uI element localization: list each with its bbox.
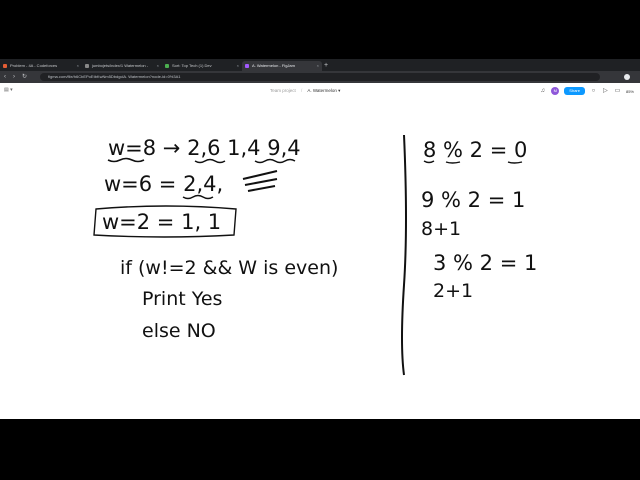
code-line-2: Print Yes <box>142 288 222 310</box>
whiteboard-canvas[interactable]: w=8 → 2,6 1,4 9,4 w=6 = 2,4, w=2 = 1, 1 … <box>0 99 640 419</box>
note-line-3: w=2 = 1, 1 <box>102 210 221 234</box>
header-actions: ♫ M Share ○ ▷ ▭ 85% <box>539 86 634 96</box>
code-line-1: if (w!=2 && W is even) <box>120 257 338 279</box>
browser-tab[interactable]: jumbojets/index/1 Watermelon - × <box>82 61 162 71</box>
library-icon[interactable]: ▭ <box>614 88 621 95</box>
close-icon[interactable]: × <box>77 61 79 71</box>
mod-sum-1: 8+1 <box>421 218 461 240</box>
forward-arrow-icon[interactable]: › <box>13 73 15 81</box>
browser-tab-active[interactable]: A. Watermelon - FigJam × <box>242 61 322 71</box>
url-input[interactable]: figma.com/file/h6CbEPoEtbKwNm5DbdgclA. W… <box>40 73 600 81</box>
crossed-out-scribble <box>242 170 278 192</box>
share-button[interactable]: Share <box>564 87 585 95</box>
browser-tab-strip: Problem - 4A - Codeforces × jumbojets/in… <box>0 59 640 71</box>
page-favicon-icon <box>85 64 89 68</box>
main-menu-icon[interactable]: ▤ ▾ <box>4 87 13 93</box>
note-line-1: w=8 → 2,6 1,4 9,4 <box>108 136 301 160</box>
new-tab-button[interactable]: + <box>324 61 328 70</box>
close-icon[interactable]: × <box>317 61 319 71</box>
page-favicon-icon <box>165 64 169 68</box>
tab-label: A. Watermelon - FigJam <box>252 63 295 68</box>
code-line-3: else NO <box>142 320 216 342</box>
mod-line-3: 3 % 2 = 1 <box>433 251 537 275</box>
browser-tab[interactable]: Sort: Top Tech (1) Dev × <box>162 61 242 71</box>
tab-label: jumbojets/index/1 Watermelon - <box>92 63 149 68</box>
zoom-level[interactable]: 85% <box>626 89 634 94</box>
browser-tab[interactable]: Problem - 4A - Codeforces × <box>0 61 82 71</box>
close-icon[interactable]: × <box>237 61 239 71</box>
file-name[interactable]: A. Watermelon <box>307 88 337 93</box>
present-icon[interactable]: ▷ <box>602 88 609 95</box>
breadcrumb-separator: / <box>301 88 303 93</box>
mod-sum-2: 2+1 <box>433 280 473 302</box>
chevron-down-icon[interactable]: ▾ <box>338 88 340 93</box>
breadcrumb: Team project / A. Watermelon ▾ <box>270 86 340 96</box>
codeforces-favicon-icon <box>3 64 7 68</box>
note-line-2: w=6 = 2,4, <box>104 172 223 196</box>
handwriting-layer: w=8 → 2,6 1,4 9,4 w=6 = 2,4, w=2 = 1, 1 … <box>93 134 537 376</box>
screen-frame: Problem - 4A - Codeforces × jumbojets/in… <box>0 59 640 419</box>
figma-favicon-icon <box>245 64 249 68</box>
close-icon[interactable]: × <box>157 61 159 71</box>
mod-line-2: 9 % 2 = 1 <box>421 188 525 212</box>
reload-icon[interactable]: ↻ <box>22 73 27 81</box>
comment-icon[interactable]: ○ <box>590 88 597 95</box>
back-arrow-icon[interactable]: ‹ <box>4 73 6 81</box>
profile-avatar[interactable] <box>624 74 630 80</box>
tab-label: Sort: Top Tech (1) Dev <box>172 63 212 68</box>
figjam-header: ▤ ▾ Team project / A. Watermelon ▾ ♫ M S… <box>0 83 640 99</box>
tab-label: Problem - 4A - Codeforces <box>10 63 58 68</box>
divider-line <box>401 134 407 376</box>
mod-line-1: 8 % 2 = 0 <box>423 138 527 162</box>
headphones-icon[interactable]: ♫ <box>539 88 546 95</box>
user-avatar[interactable]: M <box>551 87 560 95</box>
project-name[interactable]: Team project <box>270 88 296 93</box>
address-bar: ‹ › ↻ figma.com/file/h6CbEPoEtbKwNm5Dbdg… <box>0 71 640 83</box>
